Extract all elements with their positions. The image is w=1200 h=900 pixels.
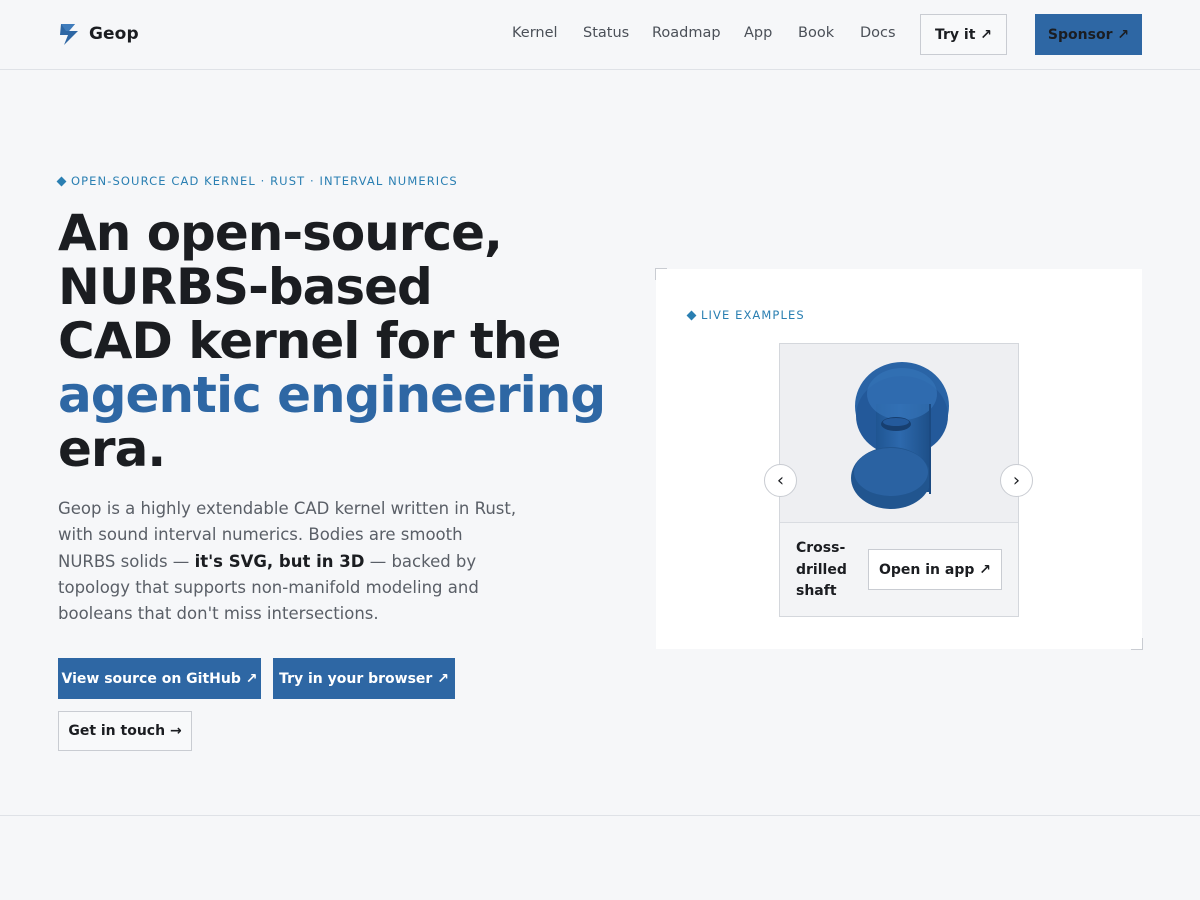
try-in-browser-button[interactable]: Try in your browser ↗	[273, 658, 455, 699]
shaft-model-render	[851, 362, 949, 509]
examples-eyebrow-text: LIVE EXAMPLES	[701, 308, 805, 322]
brand-name: Geop	[89, 24, 139, 44]
diamond-icon	[686, 310, 697, 320]
hero-eyebrow: OPEN-SOURCE CAD KERNEL · RUST · INTERVAL…	[56, 174, 458, 188]
nav-link-app[interactable]: App	[744, 25, 772, 41]
try-it-button[interactable]: Try it ↗	[920, 14, 1007, 55]
nav-link-status[interactable]: Status	[583, 25, 629, 41]
example-slide: Cross-drilled shaft Open in app ↗	[779, 343, 1019, 617]
carousel-next-button[interactable]: ›	[1000, 464, 1033, 497]
headline-line-5: era.	[58, 420, 166, 478]
get-in-touch-button[interactable]: Get in touch →	[58, 711, 192, 751]
diamond-icon	[56, 176, 67, 186]
section-divider	[0, 815, 1200, 816]
card-corner-mark	[1131, 638, 1143, 650]
headline-line-3: CAD kernel for the	[58, 312, 561, 370]
lightning-logo-icon	[60, 24, 78, 45]
brand-link[interactable]: Geop	[58, 22, 139, 46]
nav-link-kernel[interactable]: Kernel	[512, 25, 558, 41]
description-emphasis: it's SVG, but in 3D	[194, 551, 365, 571]
headline-line-1: An open-source,	[58, 204, 503, 262]
hero-description: Geop is a highly extendable CAD kernel w…	[58, 496, 518, 627]
examples-eyebrow: LIVE EXAMPLES	[686, 308, 805, 322]
github-button[interactable]: View source on GitHub ↗	[58, 658, 261, 699]
headline-accent: agentic engineering	[58, 366, 606, 424]
nav-link-roadmap[interactable]: Roadmap	[652, 25, 721, 41]
open-in-app-button[interactable]: Open in app ↗	[868, 549, 1002, 590]
example-title: Cross-drilled shaft	[796, 540, 847, 599]
sponsor-button[interactable]: Sponsor ↗	[1035, 14, 1142, 55]
nav-link-docs[interactable]: Docs	[860, 25, 896, 41]
hero-headline: An open-source, NURBS-based CAD kernel f…	[58, 206, 618, 476]
carousel-prev-button[interactable]: ‹	[764, 464, 797, 497]
nav-link-book[interactable]: Book	[798, 25, 834, 41]
hero-eyebrow-text: OPEN-SOURCE CAD KERNEL · RUST · INTERVAL…	[71, 174, 458, 188]
top-navigation-bar: Geop Kernel Status Roadmap App Book Docs…	[0, 0, 1200, 70]
headline-line-2: NURBS-based	[58, 258, 433, 316]
example-preview[interactable]	[780, 344, 1018, 523]
